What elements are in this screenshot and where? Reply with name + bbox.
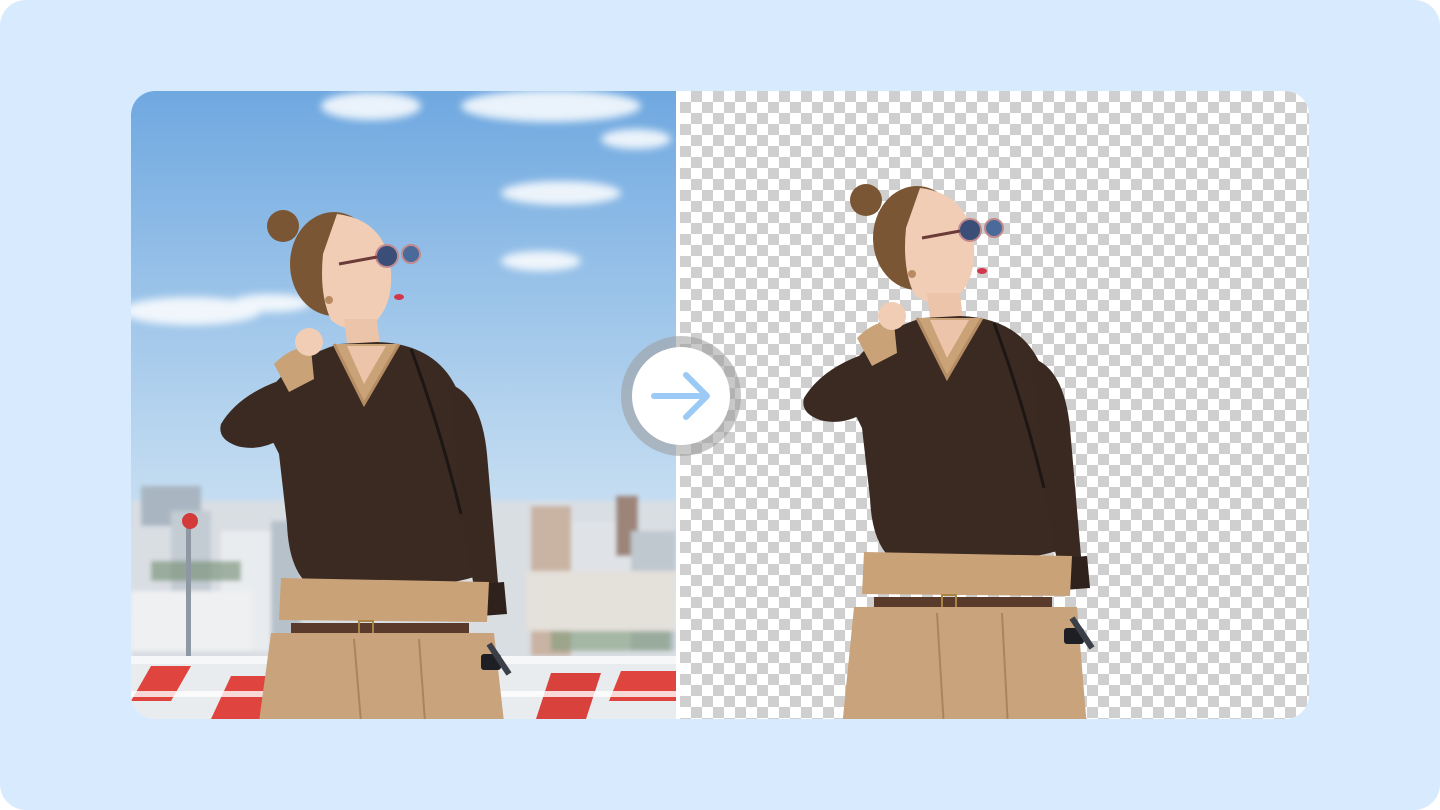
background-removed-result bbox=[680, 91, 1309, 719]
cutout-subject bbox=[803, 184, 1095, 719]
banner-background bbox=[0, 0, 1440, 810]
red-light bbox=[182, 513, 198, 529]
woman-cutout bbox=[803, 184, 1095, 719]
lamp-post bbox=[186, 521, 191, 661]
original-photo-scene bbox=[131, 91, 676, 719]
transform-arrow-badge bbox=[620, 335, 742, 457]
original-photo bbox=[131, 91, 676, 719]
